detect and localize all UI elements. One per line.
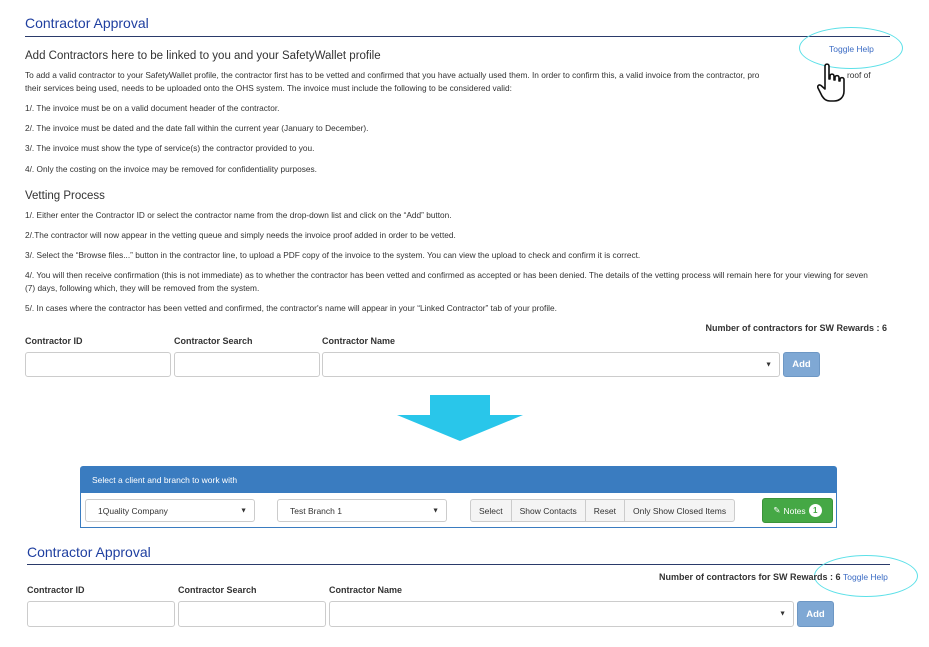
rule-item: 3/. The invoice must show the type of se… [25, 143, 315, 153]
client-select-value: 1Quality Company [98, 505, 168, 516]
branch-select-value: Test Branch 1 [290, 505, 342, 516]
branch-select[interactable]: Test Branch 1 ▼ [277, 499, 447, 522]
rewards-count: Number of contractors for SW Rewards : 6 [659, 572, 841, 582]
contractor-search-label: Contractor Search [174, 336, 253, 346]
show-contacts-button[interactable]: Show Contacts [512, 500, 586, 521]
add-button[interactable]: Add [783, 352, 820, 377]
vetting-step: 4/. You will then receive confirmation (… [25, 270, 868, 293]
toggle-help-link[interactable]: Toggle Help [843, 572, 888, 582]
contractor-search-label: Contractor Search [178, 585, 257, 595]
client-select[interactable]: 1Quality Company ▼ [85, 499, 255, 522]
contractor-search-input[interactable] [178, 601, 326, 627]
hand-pointer-icon [816, 62, 847, 104]
caret-down-icon: ▼ [432, 507, 439, 514]
rule-item: 2/. The invoice must be dated and the da… [25, 123, 369, 133]
vetting-step: 5/. In cases where the contractor has be… [25, 303, 557, 313]
contractor-id-label: Contractor ID [25, 336, 83, 346]
rule-item: 1/. The invoice must be on a valid docum… [25, 103, 280, 113]
title-divider [25, 36, 890, 37]
contractor-name-select[interactable]: ▼ [329, 601, 794, 627]
caret-down-icon: ▼ [779, 610, 786, 618]
intro-line-2: their services being used, needs to be u… [25, 83, 512, 93]
contractor-id-label: Contractor ID [27, 585, 85, 595]
intro-line-1: To add a valid contractor to your Safety… [25, 70, 760, 80]
contractor-id-input[interactable] [25, 352, 171, 377]
add-button[interactable]: Add [797, 601, 834, 627]
section-title: Contractor Approval [27, 544, 151, 560]
panel-button-group: Select Show Contacts Reset Only Show Clo… [470, 499, 736, 522]
notes-count-badge: 1 [808, 504, 822, 517]
contractor-id-input[interactable] [27, 601, 175, 627]
vetting-step: 1/. Either enter the Contractor ID or se… [25, 210, 452, 220]
contractor-name-label: Contractor Name [322, 336, 396, 346]
toggle-help-link[interactable]: Toggle Help [829, 44, 874, 54]
contractor-search-input[interactable] [174, 352, 320, 377]
pencil-icon: ✎ [773, 505, 781, 515]
panel-header: Select a client and branch to work with [80, 466, 837, 493]
rule-item: 4/. Only the costing on the invoice may … [25, 164, 317, 174]
vetting-step: 3/. Select the “Browse files...” button … [25, 250, 641, 260]
intro-line-1-tail: roof of [847, 70, 871, 80]
caret-down-icon: ▼ [240, 507, 247, 514]
only-show-closed-items-button[interactable]: Only Show Closed Items [625, 500, 734, 521]
vetting-step: 2/.The contractor will now appear in the… [25, 230, 456, 240]
title-divider [27, 564, 890, 565]
notes-button[interactable]: ✎ Notes 1 [762, 498, 833, 523]
rewards-count: Number of contractors for SW Rewards : 6 [705, 323, 887, 333]
contractor-name-select[interactable]: ▼ [322, 352, 780, 377]
caret-down-icon: ▼ [765, 361, 772, 368]
intro-heading: Add Contractors here to be linked to you… [25, 50, 381, 62]
contractor-name-label: Contractor Name [329, 585, 403, 595]
notes-label: Notes [783, 505, 806, 516]
select-button[interactable]: Select [471, 500, 512, 521]
vetting-heading: Vetting Process [25, 190, 105, 202]
reset-button[interactable]: Reset [586, 500, 626, 521]
down-arrow-icon [395, 395, 525, 441]
page-title: Contractor Approval [25, 15, 149, 31]
